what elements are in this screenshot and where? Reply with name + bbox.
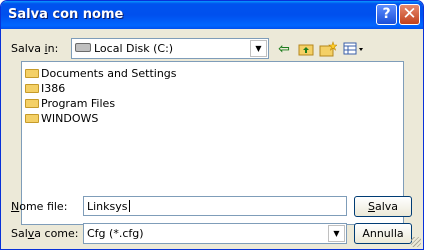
help-button[interactable]: ?	[376, 4, 397, 25]
new-folder-button[interactable]	[317, 39, 339, 59]
location-dropdown-arrow[interactable]: ▼	[250, 40, 267, 57]
drive-icon	[75, 43, 91, 52]
resize-grip[interactable]	[411, 237, 421, 247]
folder-icon	[25, 114, 39, 123]
filename-input[interactable]: Linksys	[83, 196, 347, 216]
view-menu-icon	[343, 42, 363, 55]
location-label: Salva in:	[11, 42, 59, 55]
list-item[interactable]: Program Files	[25, 97, 115, 111]
list-item[interactable]: I386	[25, 82, 65, 96]
up-folder-button[interactable]	[295, 39, 317, 59]
new-folder-icon	[319, 41, 338, 57]
filetype-value: Cfg (*.cfg)	[87, 227, 144, 240]
filetype-label: Salva come:	[11, 227, 79, 240]
folder-icon	[25, 84, 39, 93]
title-bar[interactable]: Salva con nome ? ✕	[1, 1, 423, 29]
location-combo[interactable]: Local Disk (C:) ▼	[71, 38, 269, 59]
filetype-combo[interactable]: Cfg (*.cfg) ▼	[83, 223, 347, 244]
filetype-dropdown-arrow[interactable]: ▼	[328, 225, 345, 242]
folder-icon	[25, 69, 39, 78]
filename-value: Linksys	[87, 200, 128, 213]
text-caret	[128, 200, 130, 212]
folder-icon	[25, 99, 39, 108]
list-item[interactable]: WINDOWS	[25, 112, 98, 126]
back-arrow-icon: ⇦	[278, 41, 290, 57]
save-dialog: Salva con nome ? ✕ Salva in: Local Disk …	[0, 0, 424, 250]
filename-label: Nome file:	[11, 200, 68, 213]
dialog-title: Salva con nome	[8, 7, 124, 22]
location-value: Local Disk (C:)	[94, 42, 174, 55]
up-folder-icon	[298, 44, 314, 56]
back-button[interactable]: ⇦	[273, 39, 295, 59]
list-item[interactable]: Documents and Settings	[25, 67, 177, 81]
close-button[interactable]: ✕	[399, 4, 420, 25]
save-button[interactable]: Salva	[354, 196, 412, 217]
view-menu-button[interactable]	[341, 39, 367, 59]
cancel-button[interactable]: Annulla	[354, 223, 412, 244]
